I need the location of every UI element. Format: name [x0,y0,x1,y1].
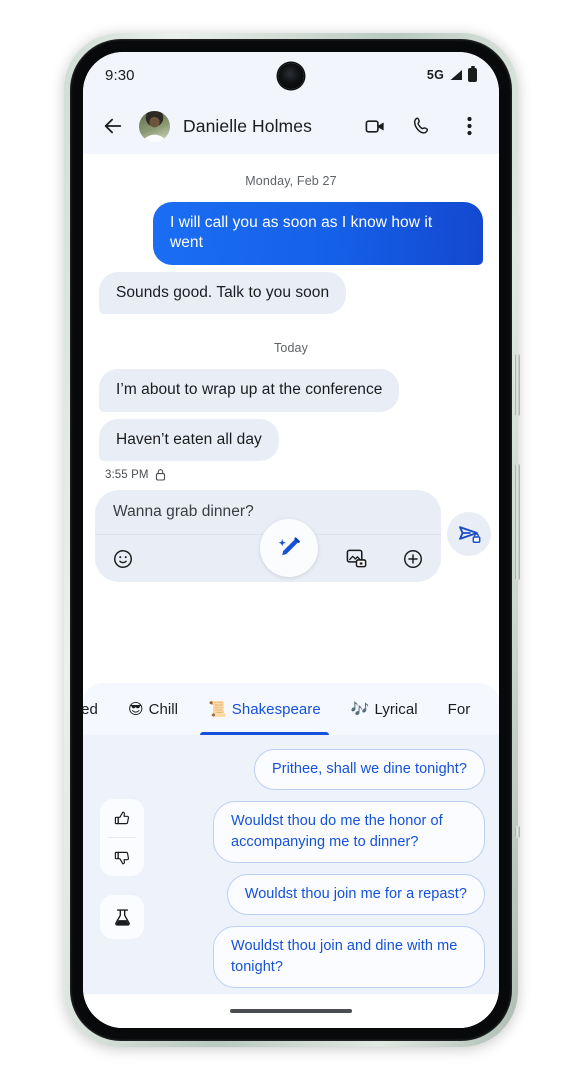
gallery-sticker-icon[interactable] [344,547,368,571]
more-vert-icon[interactable] [456,113,482,139]
magic-compose-panel: cited 😎 Chill 📜 Shakespeare 🎶 Lyrical Fo… [83,683,499,1028]
tab-label: Lyrical [374,700,418,718]
battery-full-icon [468,65,477,82]
suggestion-list: Prithee, shall we dine tonight? Wouldst … [83,735,499,989]
tab-label: cited [83,700,98,718]
message-bubble-received[interactable]: I’m about to wrap up at the conference [99,369,400,412]
message-bubble-received[interactable]: Sounds good. Talk to you soon [99,271,347,315]
compose-bar: Wanna grab dinner? [83,481,499,583]
system-navigation-bar [83,994,499,1028]
front-camera-punch-hole [278,63,304,89]
status-clock: 9:30 [105,66,135,84]
emoji-smile-icon[interactable] [111,547,135,571]
message-timestamp: 3:55 PM [105,468,483,481]
suggestion-chip[interactable]: Prithee, shall we dine tonight? [253,749,485,791]
plus-circle-icon[interactable] [401,547,425,571]
status-bar: 9:30 5G [83,52,499,98]
network-type-label: 5G [426,68,444,82]
flask-lab-icon[interactable] [100,895,144,939]
phone-screen: 9:30 5G Danielle Holmes Monday, Feb 27 I… [83,52,499,1028]
lock-icon [155,469,165,481]
style-tab-bar[interactable]: cited 😎 Chill 📜 Shakespeare 🎶 Lyrical Fo… [83,683,499,735]
compose-container: Wanna grab dinner? [95,490,441,583]
message-row: I’m about to wrap up at the conference [99,369,483,412]
tab-label: Shakespeare [231,700,321,718]
message-row: Sounds good. Talk to you soon [99,271,483,315]
volume-down-button[interactable] [515,464,520,580]
message-thread: Monday, Feb 27 I will call you as soon a… [83,154,499,482]
tab-formal[interactable]: For [433,683,486,735]
scroll-emoji-icon: 📜 [208,700,227,718]
tab-label: For [447,700,471,718]
tab-chill[interactable]: 😎 Chill [113,683,193,735]
avatar[interactable] [139,110,170,142]
thumb-up-icon[interactable] [100,799,144,837]
sunglasses-emoji-icon: 😎 [127,700,144,718]
suggestion-chip[interactable]: Wouldst thou join me for a repast? [226,874,485,916]
magic-pencil-icon[interactable] [260,519,318,578]
tab-lyrical[interactable]: 🎶 Lyrical [336,683,433,735]
signal-bars-icon [450,70,462,80]
volume-up-button[interactable] [515,354,520,416]
power-button[interactable] [515,826,520,838]
compose-actions [95,519,441,582]
tab-excited[interactable]: cited [83,683,113,735]
tab-label: Chill [148,700,179,718]
date-divider-first: Monday, Feb 27 [245,174,337,188]
send-encrypted-icon[interactable] [447,512,491,557]
gesture-handle[interactable] [230,1009,352,1013]
conversation-app-bar: Danielle Holmes [83,98,499,154]
date-divider-second: Today [273,341,309,356]
suggestion-chip[interactable]: Wouldst thou do me the honor of accompan… [213,801,485,864]
timestamp-text: 3:55 PM [105,468,149,481]
message-bubble-received[interactable]: Haven’t eaten all day [99,418,279,462]
arrow-back-icon[interactable] [100,113,126,139]
tab-shakespeare[interactable]: 📜 Shakespeare [193,683,336,735]
message-row: Haven’t eaten all day [99,418,483,462]
message-bubble-sent[interactable]: I will call you as soon as I know how it… [153,202,483,265]
page-title: Danielle Holmes [183,115,312,136]
message-row: I will call you as soon as I know how it… [99,202,483,265]
app-bar-actions [362,113,482,139]
suggestion-chip[interactable]: Wouldst thou join and dine with me tonig… [213,926,485,989]
feedback-controls [100,799,144,876]
status-indicators: 5G [426,65,477,82]
thumb-down-icon[interactable] [100,838,144,876]
phone-call-icon[interactable] [409,113,435,139]
video-call-icon[interactable] [362,113,388,139]
music-notes-emoji-icon: 🎶 [350,700,370,718]
